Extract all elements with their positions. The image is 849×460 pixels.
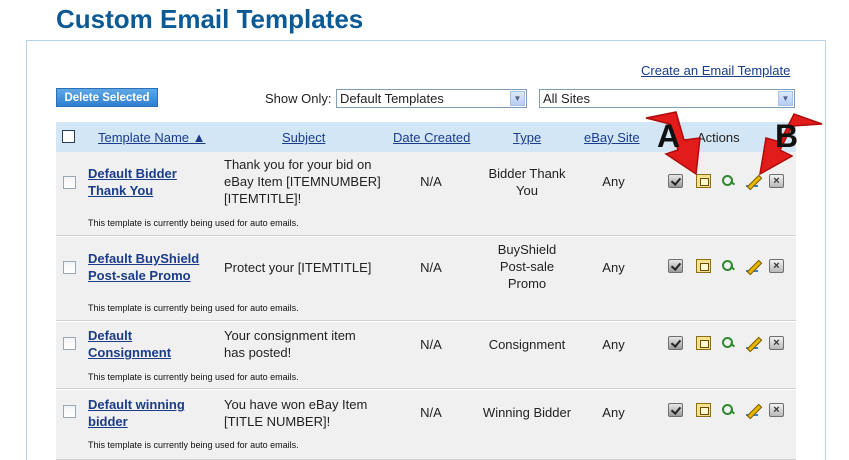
auto-email-note: This template is currently being used fo…	[88, 303, 299, 313]
template-name-link[interactable]: Default winning bidder	[88, 396, 198, 430]
activate-icon[interactable]	[668, 336, 683, 350]
template-type: Consignment	[488, 337, 566, 352]
header-subject[interactable]: Subject	[282, 130, 325, 145]
chevron-down-icon[interactable]: ▼	[778, 91, 793, 106]
table-row: Default BuyShield Post-sale Promo Protec…	[56, 237, 796, 321]
chevron-down-icon[interactable]: ▼	[510, 91, 525, 106]
callout-label-b: B	[775, 118, 799, 154]
template-subject: You have won eBay Item [TITLE NUMBER]!	[224, 397, 368, 429]
template-date: N/A	[420, 260, 442, 275]
template-site: Any	[602, 174, 625, 189]
template-name-link[interactable]: Default Bidder Thank You	[88, 165, 198, 199]
auto-email-note: This template is currently being used fo…	[88, 372, 299, 382]
template-subject: Thank you for your bid on eBay Item [ITE…	[224, 157, 381, 206]
copy-icon[interactable]	[696, 336, 711, 350]
row-checkbox[interactable]	[63, 176, 76, 189]
activate-icon[interactable]	[668, 259, 683, 273]
callout-label-a: A	[657, 118, 681, 154]
delete-icon[interactable]: ×	[769, 336, 784, 350]
template-site: Any	[602, 337, 625, 352]
copy-icon[interactable]	[696, 259, 711, 273]
header-date-created[interactable]: Date Created	[393, 130, 470, 145]
template-filter-value: Default Templates	[340, 91, 444, 106]
preview-icon[interactable]	[721, 336, 736, 350]
show-only-label: Show Only:	[265, 91, 332, 106]
template-filter-select[interactable]: Default Templates ▼	[336, 89, 527, 108]
create-template-link[interactable]: Create an Email Template	[641, 63, 790, 78]
edit-icon[interactable]	[745, 336, 760, 350]
row-checkbox[interactable]	[63, 337, 76, 350]
template-date: N/A	[420, 337, 442, 352]
page-title: Custom Email Templates	[56, 4, 364, 34]
preview-icon[interactable]	[721, 174, 736, 188]
copy-icon[interactable]	[696, 403, 711, 417]
template-type: Bidder Thank You	[488, 166, 566, 198]
template-subject: Protect your [ITEMTITLE]	[224, 260, 372, 275]
template-type: BuyShield Post-sale Promo	[497, 242, 557, 291]
preview-icon[interactable]	[721, 403, 736, 417]
edit-icon[interactable]	[745, 259, 760, 273]
template-subject: Your consignment item has posted!	[224, 328, 356, 360]
header-template-name[interactable]: Template Name ▲	[98, 130, 206, 145]
template-site: Any	[602, 405, 625, 420]
template-name-link[interactable]: Default BuyShield Post-sale Promo	[88, 250, 208, 284]
delete-selected-button[interactable]: Delete Selected	[56, 88, 158, 107]
edit-icon[interactable]	[745, 403, 760, 417]
select-all-checkbox[interactable]	[62, 130, 75, 143]
template-type: Winning Bidder	[482, 405, 572, 420]
delete-icon[interactable]: ×	[769, 403, 784, 417]
header-ebay-site[interactable]: eBay Site	[584, 130, 640, 145]
preview-icon[interactable]	[721, 259, 736, 273]
auto-email-note: This template is currently being used fo…	[88, 440, 299, 450]
table-row: Default Consignment Your consignment ite…	[56, 322, 796, 389]
template-date: N/A	[420, 405, 442, 420]
site-filter-value: All Sites	[543, 91, 590, 106]
template-site: Any	[602, 260, 625, 275]
template-date: N/A	[420, 174, 442, 189]
template-name-link[interactable]: Default Consignment	[88, 327, 188, 361]
auto-email-note: This template is currently being used fo…	[88, 218, 299, 228]
delete-icon[interactable]: ×	[769, 259, 784, 273]
header-type[interactable]: Type	[513, 130, 541, 145]
site-filter-select[interactable]: All Sites ▼	[539, 89, 795, 108]
row-checkbox[interactable]	[63, 261, 76, 274]
row-checkbox[interactable]	[63, 405, 76, 418]
table-row: Default winning bidder You have won eBay…	[56, 390, 796, 460]
activate-icon[interactable]	[668, 403, 683, 417]
